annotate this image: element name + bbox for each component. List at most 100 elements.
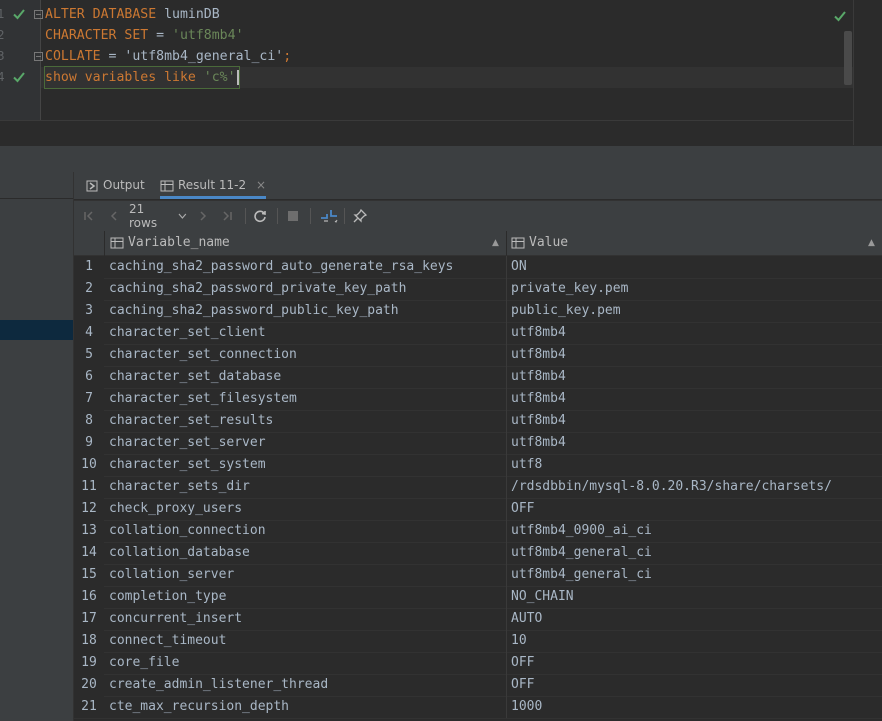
stop-icon[interactable] bbox=[285, 207, 301, 224]
sql-editor[interactable]: 1 2 3 4 ALTER DATABASE luminDB CHARACTER… bbox=[0, 0, 882, 120]
tab-result[interactable]: Result 11-2 × bbox=[160, 172, 267, 199]
pin-icon[interactable] bbox=[352, 207, 368, 224]
transaction-mode-icon[interactable] bbox=[318, 207, 340, 224]
table-row[interactable]: 15 collation_server utf8mb4_general_ci bbox=[74, 564, 882, 587]
refresh-icon[interactable] bbox=[252, 207, 268, 224]
column-divider bbox=[506, 410, 507, 432]
table-row[interactable]: 3 caching_sha2_password_public_key_path pu… bbox=[74, 300, 882, 323]
table-row[interactable]: 17 concurrent_insert AUTO bbox=[74, 608, 882, 631]
table-row[interactable]: 12 check_proxy_users OFF bbox=[74, 498, 882, 521]
fold-icon[interactable] bbox=[34, 52, 43, 61]
column-header-value[interactable]: Value ▲ bbox=[507, 231, 882, 256]
table-row[interactable]: 4 character_set_client utf8mb4 bbox=[74, 322, 882, 345]
table-row[interactable]: 19 core_file OFF bbox=[74, 652, 882, 675]
cell-value[interactable]: /rdsdbbin/mysql-8.0.20.R3/share/charsets… bbox=[511, 476, 832, 498]
result-grid[interactable]: Variable_name ▲ Value ▲ 1 caching_sha2_pa… bbox=[74, 231, 882, 721]
table-icon bbox=[160, 180, 174, 191]
cell-variable-name[interactable]: character_set_server bbox=[109, 432, 266, 454]
cell-variable-name[interactable]: completion_type bbox=[109, 586, 226, 608]
cell-value[interactable]: utf8mb4 bbox=[511, 388, 566, 410]
cell-variable-name[interactable]: character_set_filesystem bbox=[109, 388, 297, 410]
table-row[interactable]: 1 caching_sha2_password_auto_generate_rsa… bbox=[74, 256, 882, 279]
table-row[interactable]: 7 character_set_filesystem utf8mb4 bbox=[74, 388, 882, 411]
cell-variable-name[interactable]: collation_server bbox=[109, 564, 234, 586]
cell-variable-name[interactable]: caching_sha2_password_private_key_path bbox=[109, 278, 406, 300]
tab-output[interactable]: Output bbox=[86, 172, 145, 199]
sort-icon[interactable]: ▲ bbox=[868, 231, 875, 255]
table-row[interactable]: 18 connect_timeout 10 bbox=[74, 630, 882, 653]
table-row[interactable]: 16 completion_type NO_CHAIN bbox=[74, 586, 882, 609]
cell-variable-name[interactable]: caching_sha2_password_auto_generate_rsa_… bbox=[109, 256, 453, 278]
cell-value[interactable]: NO_CHAIN bbox=[511, 586, 574, 608]
cell-value[interactable]: OFF bbox=[511, 674, 534, 696]
last-page-icon[interactable] bbox=[220, 207, 234, 224]
cell-value[interactable]: utf8mb4_general_ci bbox=[511, 542, 652, 564]
cell-variable-name[interactable]: collation_connection bbox=[109, 520, 266, 542]
code-token: show variables like bbox=[45, 70, 204, 85]
cell-value[interactable]: utf8 bbox=[511, 454, 542, 476]
table-row[interactable]: 10 character_set_system utf8 bbox=[74, 454, 882, 477]
cell-variable-name[interactable]: connect_timeout bbox=[109, 630, 226, 652]
table-row[interactable]: 21 cte_max_recursion_depth 1000 bbox=[74, 696, 882, 719]
cell-variable-name[interactable]: character_set_client bbox=[109, 322, 266, 344]
code-line[interactable]: COLLATE = 'utf8mb4_general_ci'; bbox=[45, 46, 291, 67]
code-line[interactable]: ALTER DATABASE luminDB bbox=[45, 4, 220, 25]
first-page-icon[interactable] bbox=[82, 207, 96, 224]
table-row[interactable]: 14 collation_database utf8mb4_general_ci bbox=[74, 542, 882, 565]
cell-value[interactable]: private_key.pem bbox=[511, 278, 628, 300]
table-row[interactable]: 2 caching_sha2_password_private_key_path p… bbox=[74, 278, 882, 301]
cell-value[interactable]: AUTO bbox=[511, 608, 542, 630]
cell-variable-name[interactable]: cte_max_recursion_depth bbox=[109, 696, 289, 718]
cell-value[interactable]: utf8mb4 bbox=[511, 322, 566, 344]
cell-value[interactable]: utf8mb4 bbox=[511, 432, 566, 454]
next-page-icon[interactable] bbox=[196, 207, 210, 224]
cell-variable-name[interactable]: caching_sha2_password_public_key_path bbox=[109, 300, 399, 322]
table-row[interactable]: 9 character_set_server utf8mb4 bbox=[74, 432, 882, 455]
code-line[interactable]: CHARACTER SET = 'utf8mb4' bbox=[45, 25, 244, 46]
cell-value[interactable]: public_key.pem bbox=[511, 300, 621, 322]
fold-icon[interactable] bbox=[34, 10, 43, 19]
cell-value[interactable]: ON bbox=[511, 256, 527, 278]
cell-variable-name[interactable]: check_proxy_users bbox=[109, 498, 242, 520]
cell-value[interactable]: utf8mb4_general_ci bbox=[511, 564, 652, 586]
cell-variable-name[interactable]: concurrent_insert bbox=[109, 608, 242, 630]
cell-variable-name[interactable]: character_set_results bbox=[109, 410, 273, 432]
cell-variable-name[interactable]: character_set_database bbox=[109, 366, 281, 388]
code-token: = 'utf8mb4_general_ci' bbox=[108, 49, 284, 64]
table-row[interactable]: 20 create_admin_listener_thread OFF bbox=[74, 674, 882, 697]
cell-value[interactable]: 10 bbox=[511, 630, 527, 652]
cell-value[interactable]: OFF bbox=[511, 652, 534, 674]
column-divider bbox=[506, 586, 507, 608]
rows-count-dropdown[interactable]: 21 rows bbox=[129, 202, 187, 230]
panel-header-bar bbox=[0, 145, 882, 173]
editor-bottom-area bbox=[0, 120, 853, 146]
cell-variable-name[interactable]: collation_database bbox=[109, 542, 250, 564]
prev-page-icon[interactable] bbox=[107, 207, 121, 224]
column-header-variable-name[interactable]: Variable_name ▲ bbox=[105, 231, 507, 256]
editor-scrollbar[interactable] bbox=[844, 31, 852, 85]
table-row[interactable]: 11 character_sets_dir/rdsdbbin/mysql-8.0.… bbox=[74, 476, 882, 499]
table-row[interactable]: 8 character_set_results utf8mb4 bbox=[74, 410, 882, 433]
code-token: ; bbox=[283, 49, 292, 64]
cell-value[interactable]: utf8mb4 bbox=[511, 366, 566, 388]
column-divider bbox=[506, 256, 507, 278]
close-tab-icon[interactable]: × bbox=[256, 178, 266, 192]
sort-icon[interactable]: ▲ bbox=[492, 231, 499, 255]
cell-variable-name[interactable]: character_set_system bbox=[109, 454, 266, 476]
cell-value[interactable]: utf8mb4 bbox=[511, 344, 566, 366]
cell-variable-name[interactable]: core_file bbox=[109, 652, 179, 674]
cell-variable-name[interactable]: character_sets_dir bbox=[109, 476, 250, 498]
cell-value[interactable]: utf8mb4_0900_ai_ci bbox=[511, 520, 652, 542]
cell-value[interactable]: utf8mb4 bbox=[511, 410, 566, 432]
cell-value[interactable]: OFF bbox=[511, 498, 534, 520]
code-line-active[interactable]: show variables like 'c%' bbox=[44, 66, 240, 89]
table-row[interactable]: 5 character_set_connection utf8mb4 bbox=[74, 344, 882, 367]
table-row[interactable]: 13 collation_connection utf8mb4_0900_ai_ci bbox=[74, 520, 882, 543]
selected-tree-item[interactable] bbox=[0, 320, 73, 340]
cell-variable-name[interactable]: character_set_connection bbox=[109, 344, 297, 366]
cell-value[interactable]: 1000 bbox=[511, 696, 542, 718]
inspection-ok-icon[interactable] bbox=[833, 9, 847, 23]
cell-variable-name[interactable]: create_admin_listener_thread bbox=[109, 674, 328, 696]
code-token: COLLATE bbox=[45, 49, 109, 64]
table-row[interactable]: 6 character_set_database utf8mb4 bbox=[74, 366, 882, 389]
